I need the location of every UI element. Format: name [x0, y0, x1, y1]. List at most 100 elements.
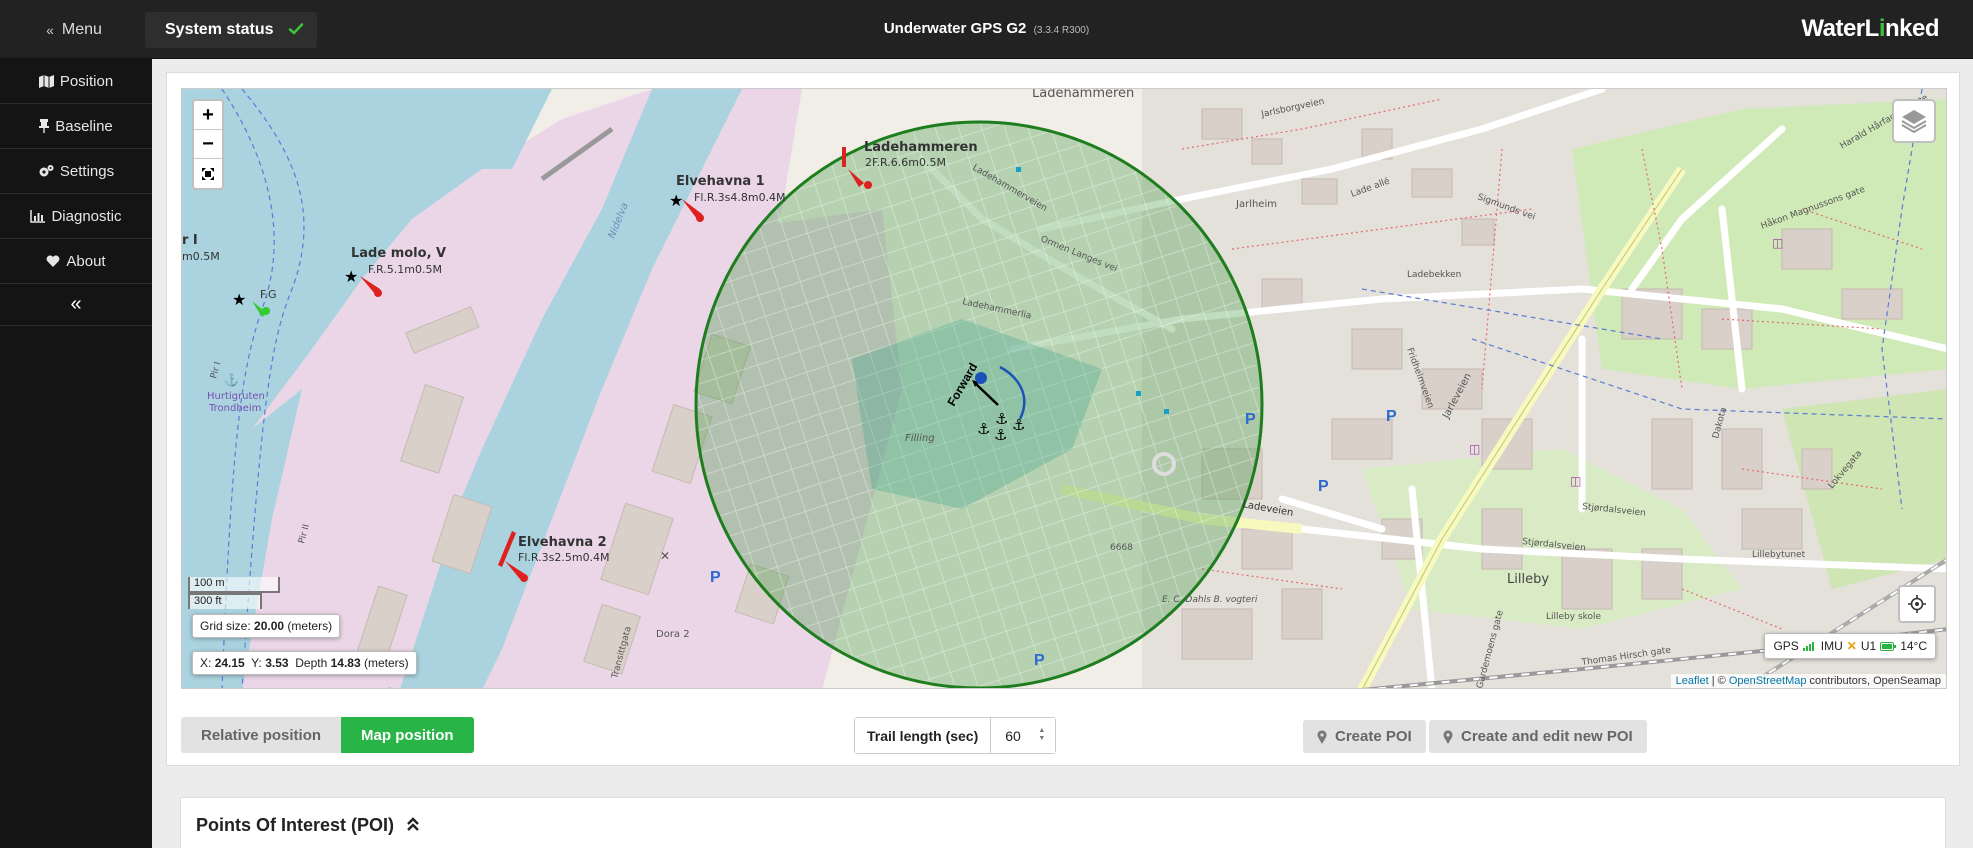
x-label: X:: [200, 656, 212, 670]
trail-length-value: 60: [1005, 727, 1021, 744]
map-attribution: Leaflet | © OpenStreetMap contributors, …: [1670, 674, 1946, 688]
anchor-icon: ⚓: [994, 426, 1007, 444]
warning-cross-icon: ✕: [1846, 639, 1857, 653]
poi-panel: Points Of Interest (POI): [180, 797, 1946, 848]
map-position-button[interactable]: Map position: [341, 717, 474, 753]
sidebar-item-label: Baseline: [55, 117, 113, 135]
system-status-button[interactable]: System status: [145, 12, 317, 48]
y-value: 3.53: [265, 656, 289, 670]
map-label: Elvehavna 1: [676, 174, 765, 189]
leaflet-link[interactable]: Leaflet: [1676, 675, 1709, 687]
chart-icon: [30, 209, 46, 223]
attribution-separator: | ©: [1708, 675, 1729, 687]
spinner-arrows-icon[interactable]: ▲ ▼: [1038, 727, 1045, 743]
map-label: F.R.5.1m0.5M: [368, 263, 442, 276]
heart-icon: [46, 254, 60, 267]
imu-label: IMU: [1820, 639, 1843, 653]
relative-position-button[interactable]: Relative position: [181, 717, 342, 753]
parking-icon: P: [1386, 408, 1397, 425]
position-panel: P P P P P Ladehammeren Ladehammeren 2F.R…: [166, 72, 1960, 766]
system-status-label: System status: [165, 21, 274, 38]
map-label: Filling: [905, 433, 935, 444]
map-marker-icon: [1443, 729, 1453, 744]
sidebar-item-settings[interactable]: Settings: [0, 149, 152, 194]
sensor-status: GPS IMU ✕ U1 14°C: [1764, 633, 1936, 659]
map-label: Trondheim: [208, 403, 261, 414]
map-label: Ladehammeren: [1032, 89, 1134, 101]
waterlinked-logo: WaterLinked: [1801, 15, 1939, 43]
map-label: Lade molo, V: [351, 246, 446, 261]
zoom-out-button[interactable]: −: [194, 130, 222, 159]
depth-unit: (meters): [363, 656, 409, 670]
fullscreen-icon: [202, 167, 214, 180]
map-label: Jarlheim: [1235, 199, 1277, 210]
crosshair-icon: [1908, 595, 1926, 613]
top-bar: « Menu System status Underwater GPS G2 (…: [0, 0, 1973, 59]
map-view[interactable]: P P P P P Ladehammeren Ladehammeren 2F.R…: [181, 88, 1947, 689]
shop-icon: ◫: [1469, 442, 1480, 456]
anchor-icon: ⚓: [224, 373, 239, 387]
pin-icon: [39, 119, 50, 133]
locate-button[interactable]: [1898, 585, 1936, 623]
zoom-control: + −: [192, 99, 224, 190]
map-label: Dora 2: [656, 629, 690, 640]
scale-metric: 100 m: [188, 577, 280, 593]
grid-size-value: 20.00: [254, 619, 285, 633]
sidebar-item-baseline[interactable]: Baseline: [0, 104, 152, 149]
battery-icon: [1880, 641, 1897, 651]
trail-length-control: Trail length (sec) 60 ▲ ▼: [854, 717, 1057, 754]
sidebar-item-label: Diagnostic: [51, 207, 122, 225]
sidebar-collapse-button[interactable]: «: [0, 284, 152, 326]
logo-text-2: nked: [1884, 15, 1940, 42]
depth-value: 14.83: [330, 656, 361, 670]
position-readout: X: 24.15 Y: 3.53 Depth 14.83 (meters): [192, 651, 417, 675]
anchor-icon: ⚓: [995, 410, 1008, 428]
sidebar-item-label: Settings: [59, 162, 115, 180]
light-beacon-icon: ★: [344, 267, 358, 286]
light-beacon-icon: ★: [669, 191, 683, 210]
map-label: r I: [182, 233, 198, 248]
zoom-in-button[interactable]: +: [194, 101, 222, 130]
parking-icon: P: [1318, 478, 1329, 495]
map-label: Fl.R.3s2.5m0.4M: [518, 551, 610, 564]
fullscreen-button[interactable]: [194, 159, 222, 188]
map-label: F.G: [260, 288, 277, 301]
layers-icon: [1901, 110, 1927, 134]
check-icon: [288, 23, 304, 35]
map-icon: [38, 74, 54, 88]
anchor-icon: ⚓: [1012, 416, 1025, 434]
gps-label: GPS: [1773, 639, 1799, 653]
double-chevron-up-icon: [407, 817, 419, 831]
gears-icon: [39, 165, 54, 177]
cross-icon: ✕: [660, 549, 670, 563]
app-version: (3.3.4 R300): [1033, 25, 1090, 36]
sidebar-item-diagnostic[interactable]: Diagnostic: [0, 194, 152, 239]
depth-label: Depth: [295, 656, 328, 670]
osm-link[interactable]: OpenStreetMap: [1729, 675, 1807, 687]
map-label: Lillebytunet: [1752, 550, 1806, 560]
poi-title: Points Of Interest (POI): [196, 815, 395, 835]
y-label: Y:: [251, 656, 262, 670]
map-label: Lilleby skole: [1546, 612, 1602, 622]
light-beacon-icon: ★: [232, 290, 246, 309]
create-edit-poi-label: Create and edit new POI: [1461, 728, 1633, 745]
shop-icon: ◫: [1570, 474, 1581, 488]
menu-button[interactable]: « Menu: [12, 12, 136, 48]
map-label: Elvehavna 2: [518, 535, 607, 550]
sidebar-item-position[interactable]: Position: [0, 59, 152, 104]
poi-header[interactable]: Points Of Interest (POI): [196, 815, 419, 836]
trail-length-input[interactable]: 60 ▲ ▼: [991, 718, 1056, 753]
sidebar-item-about[interactable]: About: [0, 239, 152, 284]
trail-length-label: Trail length (sec): [855, 718, 992, 753]
double-chevron-left-icon: «: [70, 293, 82, 315]
signal-bars-icon: [1802, 642, 1814, 651]
u1-label: U1: [1860, 639, 1877, 653]
create-poi-button[interactable]: Create POI: [1303, 720, 1426, 753]
layers-button[interactable]: [1892, 99, 1936, 143]
scale-imperial: 300 ft: [188, 593, 262, 609]
map-label: Fl.R.3s4.8m0.4M: [694, 191, 786, 204]
x-value: 24.15: [214, 656, 245, 670]
create-poi-label: Create POI: [1335, 728, 1412, 745]
create-edit-poi-button[interactable]: Create and edit new POI: [1429, 720, 1647, 753]
grid-size-box: Grid size: 20.00 (meters): [192, 614, 341, 638]
